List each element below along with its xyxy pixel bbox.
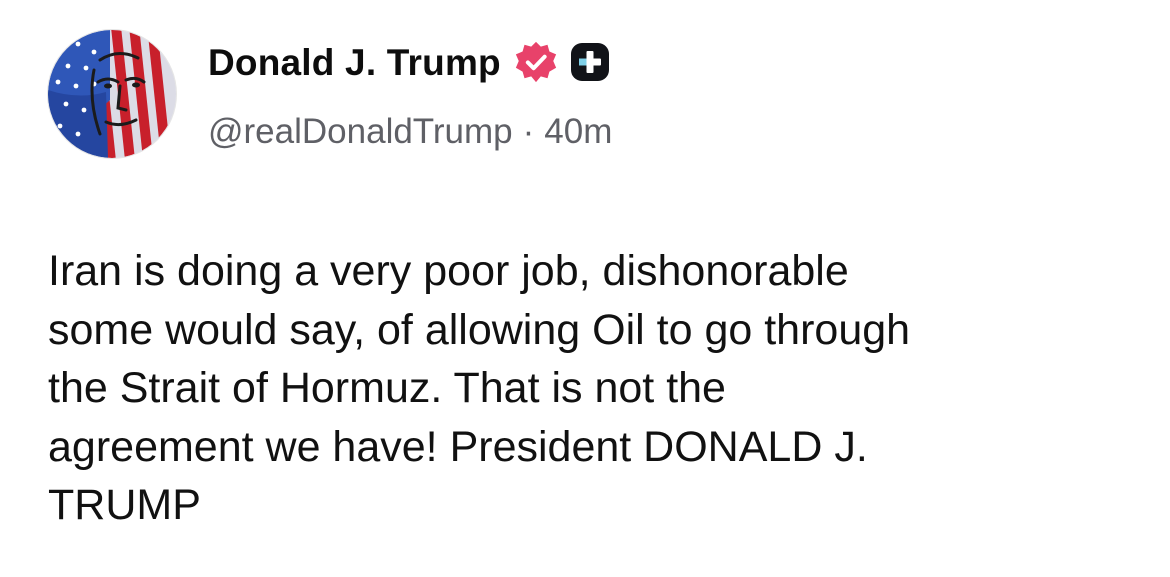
post-body-text: Iran is doing a very poor job, dishonora…	[48, 247, 911, 529]
post-card: Donald J. Trump @realDonaldTrump · 40m I…	[0, 0, 1170, 577]
plus-badge-icon	[570, 43, 609, 81]
meta-separator: ·	[522, 111, 535, 151]
author-display-name[interactable]: Donald J. Trump	[208, 44, 501, 81]
flag-portrait-avatar-icon	[48, 30, 176, 158]
verified-badge-icon	[515, 41, 556, 83]
avatar[interactable]	[48, 30, 176, 158]
author-name-row: Donald J. Trump	[208, 34, 611, 90]
author-handle[interactable]: @realDonaldTrump	[208, 114, 513, 149]
post-timestamp[interactable]: 40m	[544, 114, 612, 149]
post-meta: @realDonaldTrump · 40m	[208, 108, 612, 154]
